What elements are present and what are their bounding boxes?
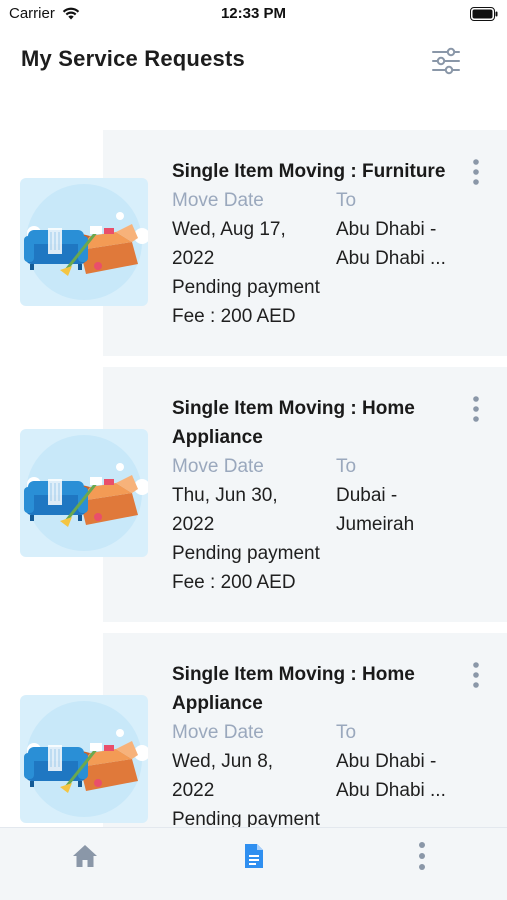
move-date-line2: 2022 — [172, 514, 215, 535]
request-fee: Fee : 200 AED — [172, 572, 296, 593]
move-date-label: Move Date — [172, 722, 264, 743]
request-title-line2: Appliance — [172, 427, 263, 448]
request-fee: Fee : 200 AED — [172, 306, 296, 327]
sliders-icon — [432, 47, 460, 75]
request-title: Single Item Moving : Furniture — [172, 161, 446, 182]
furniture-moving-illustration — [20, 429, 148, 557]
request-title-line1: Single Item Moving : Home — [172, 664, 415, 685]
move-date-label: Move Date — [172, 190, 264, 211]
card-body: Single Item Moving : Home Appliance Move… — [172, 394, 472, 597]
destination-line2: Jumeirah — [336, 514, 415, 535]
destination-line2: Abu Dhabi ... — [336, 248, 446, 269]
filter-button[interactable] — [430, 46, 462, 76]
nav-home[interactable] — [67, 840, 103, 872]
move-date-line1: Wed, Aug 17, — [172, 219, 286, 240]
destination-line2: Abu Dhabi ... — [336, 780, 446, 801]
to-label: To — [336, 190, 357, 211]
requests-list: Single Item Moving : Furniture Move Date… — [0, 130, 507, 827]
furniture-moving-illustration — [20, 178, 148, 306]
move-date-line2: 2022 — [172, 780, 215, 801]
destination-line1: Abu Dhabi - — [336, 219, 437, 240]
card-body: Single Item Moving : Home Appliance Move… — [172, 660, 472, 827]
status-bar: Carrier 12:33 PM — [0, 0, 507, 30]
to-label: To — [336, 722, 357, 743]
card-body: Single Item Moving : Furniture Move Date… — [172, 157, 472, 331]
request-card[interactable]: Single Item Moving : Furniture Move Date… — [0, 130, 507, 356]
home-icon — [73, 845, 97, 867]
destination-line1: Dubai - — [336, 485, 398, 506]
to-label: To — [336, 456, 357, 477]
request-status: Pending payment — [172, 277, 320, 298]
request-title-line2: Appliance — [172, 693, 263, 714]
nav-more[interactable] — [404, 840, 440, 872]
move-date-line2: 2022 — [172, 248, 215, 269]
furniture-moving-illustration — [20, 695, 148, 823]
move-date-line1: Wed, Jun 8, — [172, 751, 274, 772]
request-status: Pending payment — [172, 543, 320, 564]
battery-icon — [470, 7, 498, 21]
more-vertical-icon — [419, 842, 425, 870]
clock: 12:33 PM — [220, 5, 287, 22]
move-date-line1: Thu, Jun 30, — [172, 485, 278, 506]
destination-line1: Abu Dhabi - — [336, 751, 437, 772]
page-title: My Service Requests — [21, 46, 245, 71]
move-date-label: Move Date — [172, 456, 264, 477]
request-card[interactable]: Single Item Moving : Home Appliance Move… — [0, 633, 507, 827]
nav-requests[interactable] — [236, 840, 272, 872]
request-card[interactable]: Single Item Moving : Home Appliance Move… — [0, 367, 507, 622]
request-status: Pending payment — [172, 809, 320, 827]
bottom-nav — [0, 827, 507, 900]
document-icon — [245, 844, 263, 868]
request-title-line1: Single Item Moving : Home — [172, 398, 415, 419]
